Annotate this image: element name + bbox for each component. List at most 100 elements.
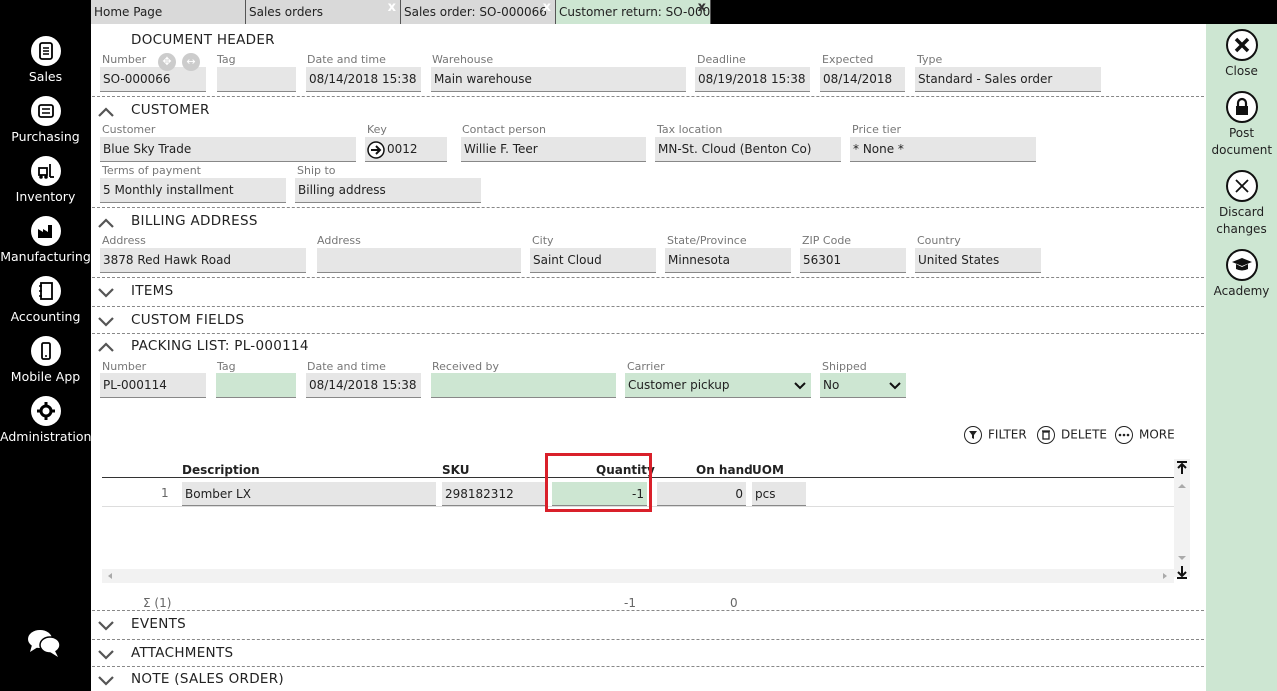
chevron-down-icon[interactable] (889, 381, 901, 391)
button-label: Post document (1211, 126, 1273, 157)
deadline-field[interactable]: 08/19/2018 15:38 (695, 67, 810, 92)
scroll-down-arrow-icon[interactable] (1177, 555, 1187, 561)
tax-location-field[interactable]: MN-St. Cloud (Benton Co) (655, 137, 841, 162)
field-label: Date and time (307, 360, 386, 373)
post-document-button[interactable]: Post document (1206, 91, 1277, 159)
scroll-to-bottom-icon[interactable] (1176, 565, 1188, 579)
sku-cell[interactable]: 298182312 (442, 482, 546, 506)
document-header-section: DOCUMENT HEADER Number SO-000066 ✥ ↔ Tag… (92, 24, 1204, 97)
nav-purchasing[interactable]: Purchasing (0, 96, 91, 144)
scroll-to-top-icon[interactable] (1176, 461, 1188, 475)
attachments-section[interactable]: ATTACHMENTS (92, 639, 1204, 667)
received-by-field[interactable] (431, 373, 616, 398)
custom-fields-section[interactable]: CUSTOM FIELDS (92, 306, 1204, 334)
carrier-select[interactable]: Customer pickup (625, 373, 811, 398)
resize-horizontal-icon[interactable]: ↔ (182, 53, 200, 71)
address-line1-field[interactable]: 3878 Red Hawk Road (100, 248, 306, 273)
contact-person-field[interactable]: Willie F. Teer (461, 137, 646, 162)
chevron-up-icon[interactable] (97, 341, 115, 353)
date-time-field[interactable]: 08/14/2018 15:38 (306, 67, 421, 92)
column-header-description[interactable]: Description (182, 463, 260, 477)
section-title: ATTACHMENTS (131, 645, 234, 661)
scroll-up-arrow-icon[interactable] (1177, 483, 1187, 489)
note-section[interactable]: NOTE (SALES ORDER) (92, 666, 1204, 691)
tab-sales-order-so-000066[interactable]: Sales order: SO-000066 x (401, 0, 556, 24)
chevron-down-icon[interactable] (97, 648, 115, 660)
uom-cell[interactable]: pcs (752, 482, 806, 506)
column-header-sku[interactable]: SKU (442, 463, 469, 477)
filter-button[interactable]: FILTER (964, 426, 1027, 444)
zip-code-field[interactable]: 56301 (800, 248, 906, 273)
ship-to-field[interactable]: Billing address (295, 178, 481, 203)
lock-icon (1225, 91, 1258, 123)
close-button[interactable]: Close (1206, 29, 1277, 80)
address-line2-field[interactable] (317, 248, 521, 273)
nav-inventory[interactable]: Inventory (0, 156, 91, 204)
events-section[interactable]: EVENTS (92, 610, 1204, 640)
warehouse-field[interactable]: Main warehouse (431, 67, 686, 92)
expected-field[interactable]: 08/14/2018 (820, 67, 905, 92)
terms-of-payment-field[interactable]: 5 Monthly installment (100, 178, 286, 203)
type-field[interactable]: Standard - Sales order (915, 67, 1101, 92)
chevron-down-icon[interactable] (794, 381, 806, 391)
section-title: CUSTOM FIELDS (131, 312, 245, 328)
field-label: Expected (822, 53, 874, 66)
tab-sales-orders[interactable]: Sales orders x (246, 0, 401, 24)
field-label: Number (102, 53, 147, 66)
tab-close-icon[interactable]: x (388, 0, 396, 15)
field-label: Warehouse (432, 53, 494, 66)
packing-number-field[interactable]: PL-000114 (100, 373, 206, 398)
mobile-phone-icon (30, 336, 61, 366)
more-dots-icon (1115, 426, 1133, 444)
tab-close-icon[interactable]: x (543, 0, 551, 15)
tag-field[interactable] (217, 67, 296, 92)
chevron-up-icon[interactable] (97, 106, 115, 118)
tab-close-icon[interactable]: x (698, 0, 706, 15)
field-label: Type (917, 53, 943, 66)
scroll-left-arrow-icon[interactable] (107, 572, 113, 580)
field-label: Ship to (297, 164, 336, 177)
discard-changes-button[interactable]: Discard changes (1206, 170, 1277, 238)
tab-customer-return[interactable]: Customer return: SO-0001...x (556, 0, 711, 24)
nav-mobile-app[interactable]: Mobile App (0, 336, 91, 384)
country-field[interactable]: United States (915, 248, 1041, 273)
column-header-on-hand[interactable]: On hand (696, 463, 753, 477)
summary-count: Σ (1) (143, 596, 172, 610)
chevron-down-icon[interactable] (97, 619, 115, 631)
chevron-down-icon[interactable] (97, 674, 115, 686)
tab-home-page[interactable]: Home Page (91, 0, 246, 24)
ledger-icon (30, 276, 61, 306)
price-tier-field[interactable]: * None * (850, 137, 1036, 162)
nav-administration[interactable]: Administration (0, 396, 91, 444)
horizontal-scrollbar[interactable] (102, 569, 1174, 583)
tab-label: Home Page (94, 5, 163, 19)
column-header-uom[interactable]: UOM (752, 463, 784, 477)
vertical-scrollbar[interactable] (1174, 459, 1190, 579)
chevron-up-icon[interactable] (97, 217, 115, 229)
nav-accounting[interactable]: Accounting (0, 276, 91, 324)
scroll-right-arrow-icon[interactable] (1162, 572, 1168, 580)
description-cell[interactable]: Bomber LX (182, 482, 436, 506)
chevron-down-icon[interactable] (97, 315, 115, 327)
packing-tag-field[interactable] (216, 373, 296, 398)
nav-sales[interactable]: Sales (0, 36, 91, 84)
customer-field[interactable]: Blue Sky Trade (100, 137, 356, 162)
move-icon[interactable]: ✥ (158, 53, 176, 71)
delete-button[interactable]: DELETE (1037, 426, 1107, 444)
document-form: DOCUMENT HEADER Number SO-000066 ✥ ↔ Tag… (92, 24, 1206, 691)
left-navigation: Sales Purchasing Inventory Manufacturing… (0, 24, 91, 691)
more-button[interactable]: MORE (1115, 426, 1175, 444)
arrow-right-circle-icon[interactable] (367, 141, 385, 159)
nav-manufacturing[interactable]: Manufacturing (0, 216, 91, 264)
section-title: NOTE (SALES ORDER) (131, 671, 285, 687)
chat-icon[interactable] (27, 628, 61, 661)
academy-button[interactable]: Academy (1206, 249, 1277, 300)
packing-date-time-field[interactable]: 08/14/2018 15:38 (306, 373, 421, 398)
chevron-down-icon[interactable] (97, 286, 115, 298)
gear-icon (30, 396, 61, 426)
factory-icon (30, 216, 61, 246)
state-province-field[interactable]: Minnesota (665, 248, 791, 273)
packing-list-section: PACKING LIST: PL-000114 Number PL-000114… (92, 333, 1204, 611)
items-section[interactable]: ITEMS (92, 277, 1204, 307)
city-field[interactable]: Saint Cloud (530, 248, 656, 273)
